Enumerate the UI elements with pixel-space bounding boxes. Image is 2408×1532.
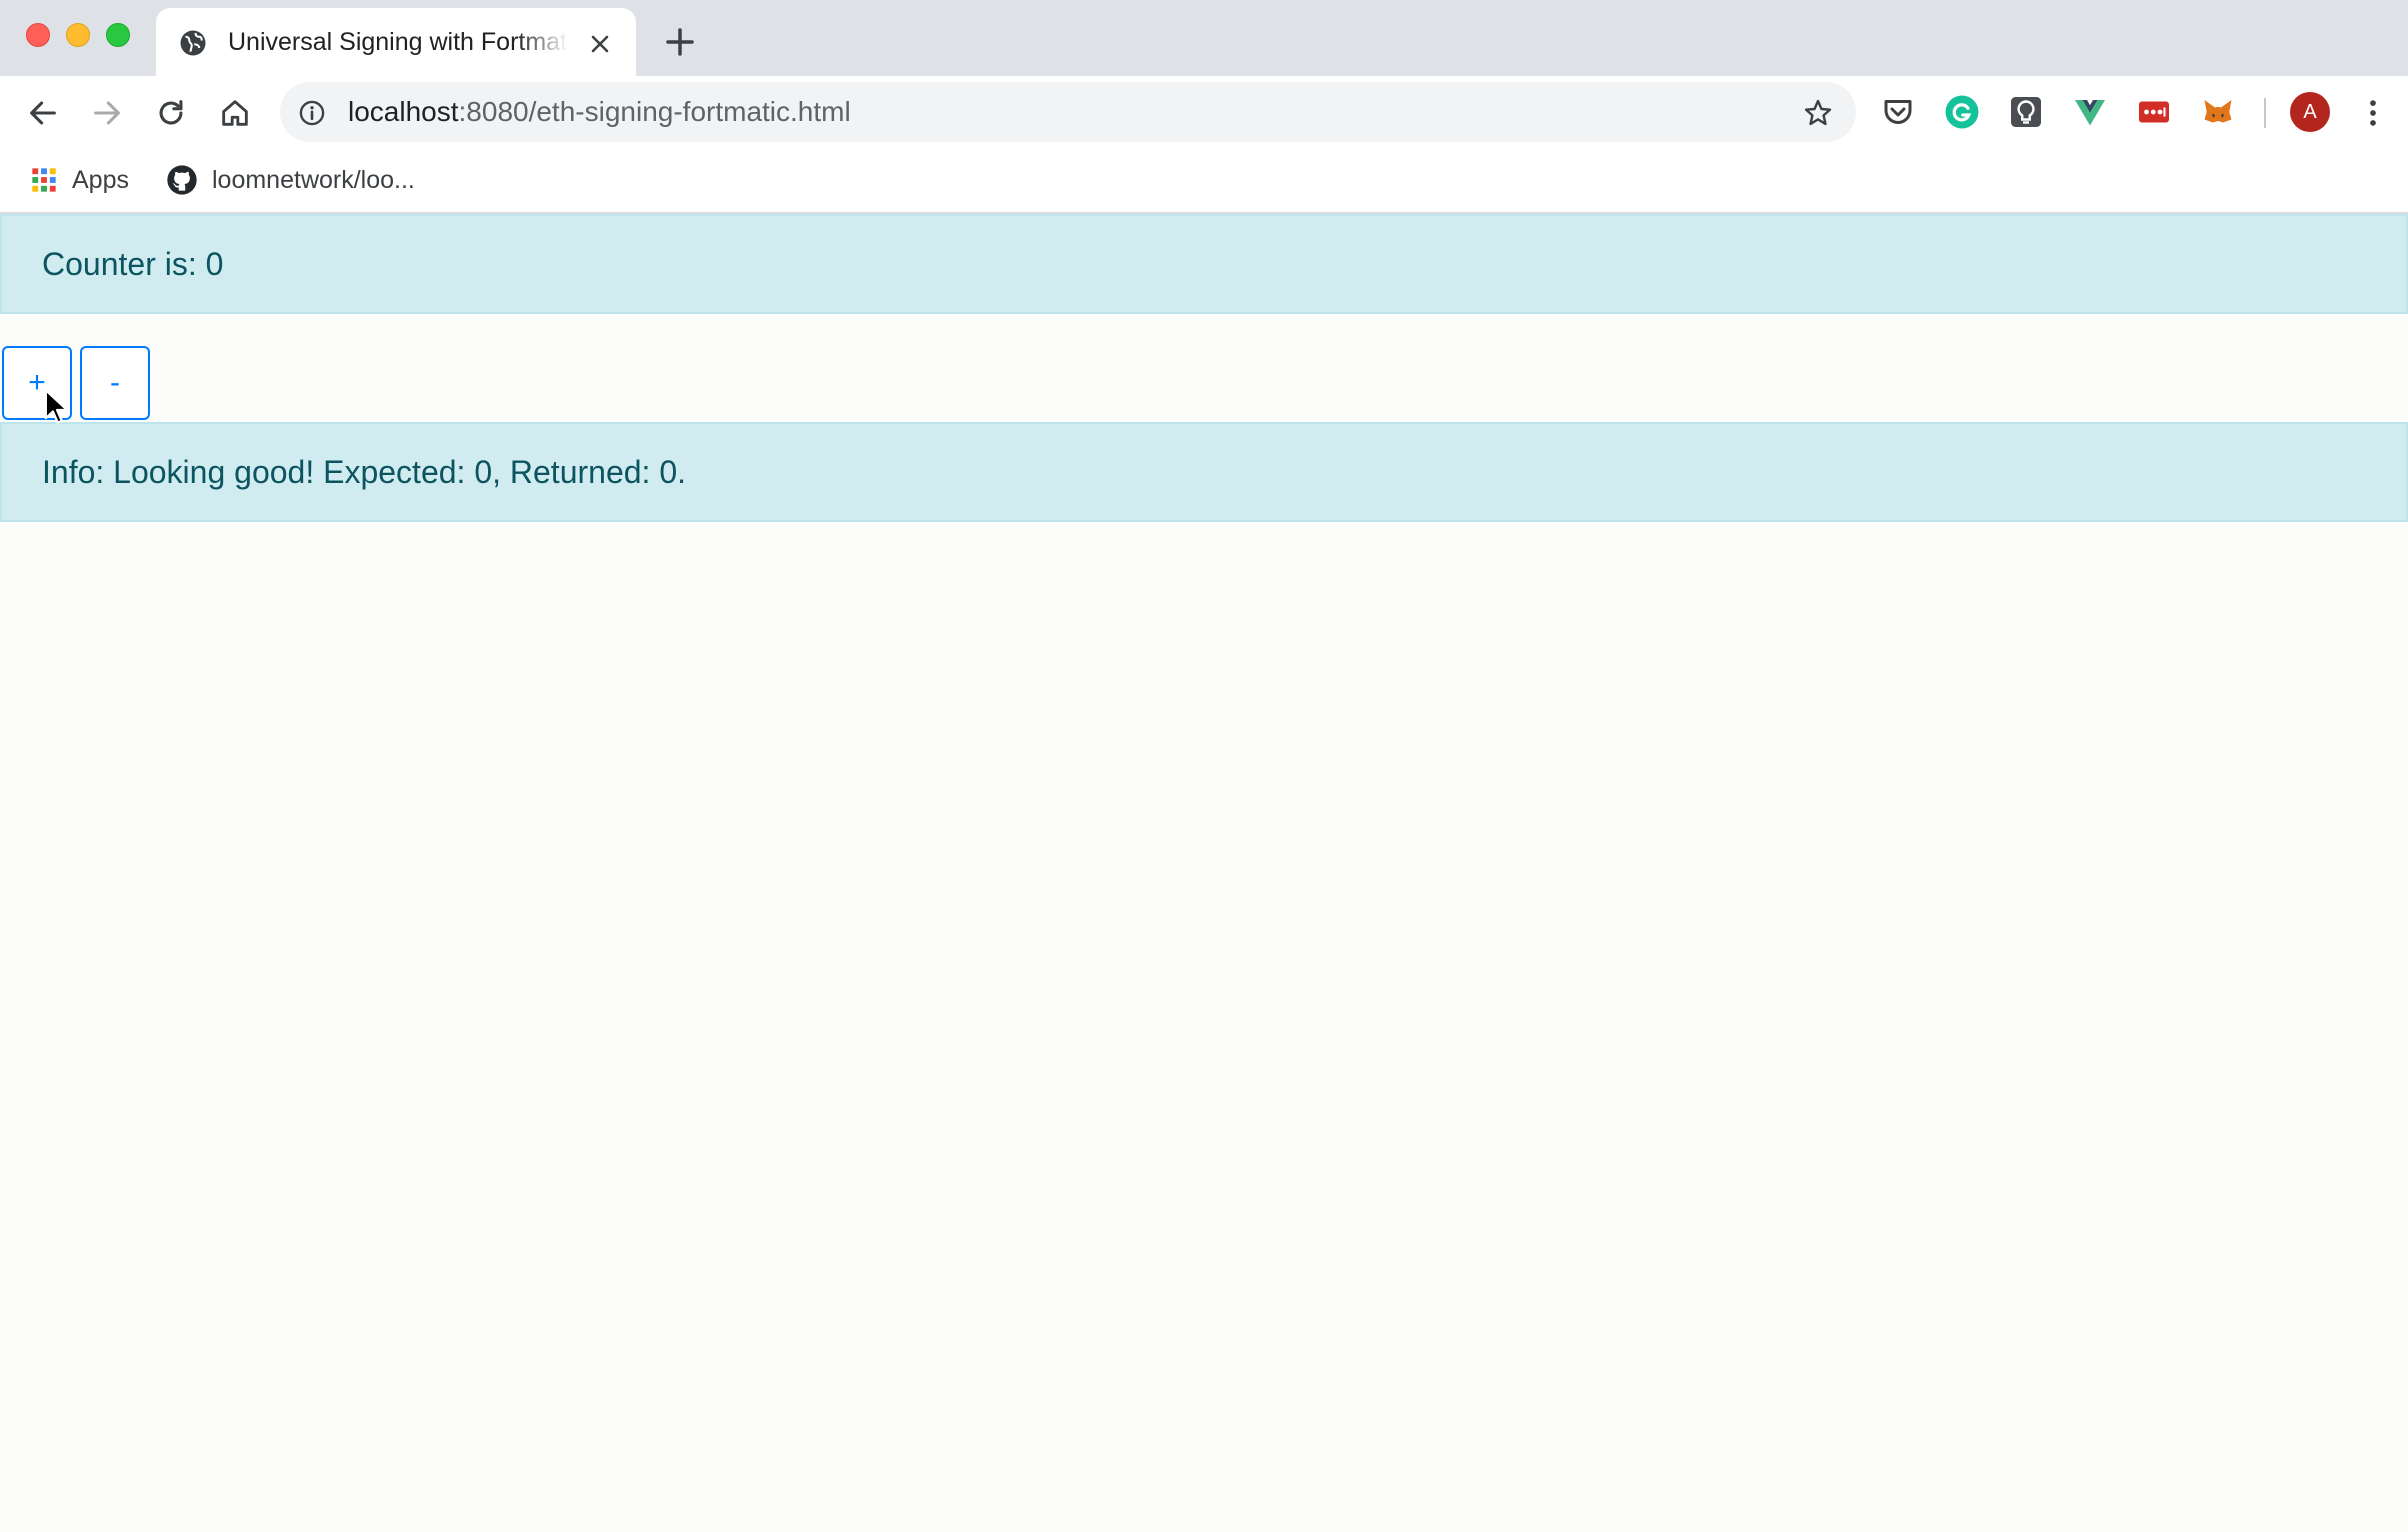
- info-alert: Info: Looking good! Expected: 0, Returne…: [0, 422, 2408, 522]
- minimize-window-button[interactable]: [66, 23, 90, 47]
- vue-devtools-icon[interactable]: [2072, 94, 2108, 130]
- close-window-button[interactable]: [26, 23, 50, 47]
- site-info-icon[interactable]: [298, 99, 326, 127]
- browser-toolbar: localhost:8080/eth-signing-fortmatic.htm…: [0, 76, 2408, 148]
- bookmark-apps[interactable]: Apps: [30, 162, 129, 198]
- home-icon[interactable]: [218, 96, 252, 130]
- counter-text: Counter is: 0: [42, 245, 224, 282]
- pocket-icon[interactable]: [1880, 94, 1916, 130]
- tab-title: Universal Signing with Fortmatic: [228, 28, 568, 56]
- url-path: :8080/eth-signing-fortmatic.html: [458, 96, 851, 127]
- grammarly-icon[interactable]: [1944, 94, 1980, 130]
- lightbulb-icon[interactable]: [2008, 94, 2044, 130]
- browser-menu-icon[interactable]: [2356, 96, 2390, 130]
- counter-alert: Counter is: 0: [0, 214, 2408, 314]
- url-text[interactable]: localhost:8080/eth-signing-fortmatic.htm…: [348, 96, 851, 128]
- bookmark-loomnetwork[interactable]: loomnetwork/loo...: [166, 162, 415, 198]
- browser-tab-strip: Universal Signing with Fortmatic: [0, 0, 2408, 76]
- bookmarks-bar: Apps loomnetwork/loo...: [0, 148, 2408, 214]
- reload-icon[interactable]: [154, 96, 188, 130]
- lastpass-icon[interactable]: [2136, 94, 2172, 130]
- address-bar[interactable]: localhost:8080/eth-signing-fortmatic.htm…: [280, 82, 1856, 142]
- close-tab-icon[interactable]: [588, 32, 612, 56]
- url-host: localhost: [348, 96, 459, 127]
- bookmark-star-icon[interactable]: [1802, 97, 1834, 129]
- info-text: Info: Looking good! Expected: 0, Returne…: [42, 453, 686, 490]
- metamask-icon[interactable]: [2200, 94, 2236, 130]
- bookmark-apps-label: Apps: [72, 165, 129, 194]
- browser-tab-active[interactable]: Universal Signing with Fortmatic: [156, 8, 636, 76]
- toolbar-divider: [2264, 98, 2266, 128]
- bookmark-loomnetwork-label: loomnetwork/loo...: [212, 165, 415, 194]
- apps-grid-icon: [32, 168, 56, 192]
- mouse-pointer-icon: [44, 389, 69, 424]
- fullscreen-window-button[interactable]: [106, 23, 130, 47]
- decrement-button[interactable]: -: [80, 346, 150, 420]
- back-icon[interactable]: [26, 96, 60, 130]
- new-tab-icon[interactable]: [664, 26, 696, 58]
- profile-avatar[interactable]: A: [2290, 92, 2330, 132]
- globe-icon: [180, 30, 206, 56]
- github-icon: [167, 165, 197, 195]
- forward-icon[interactable]: [90, 96, 124, 130]
